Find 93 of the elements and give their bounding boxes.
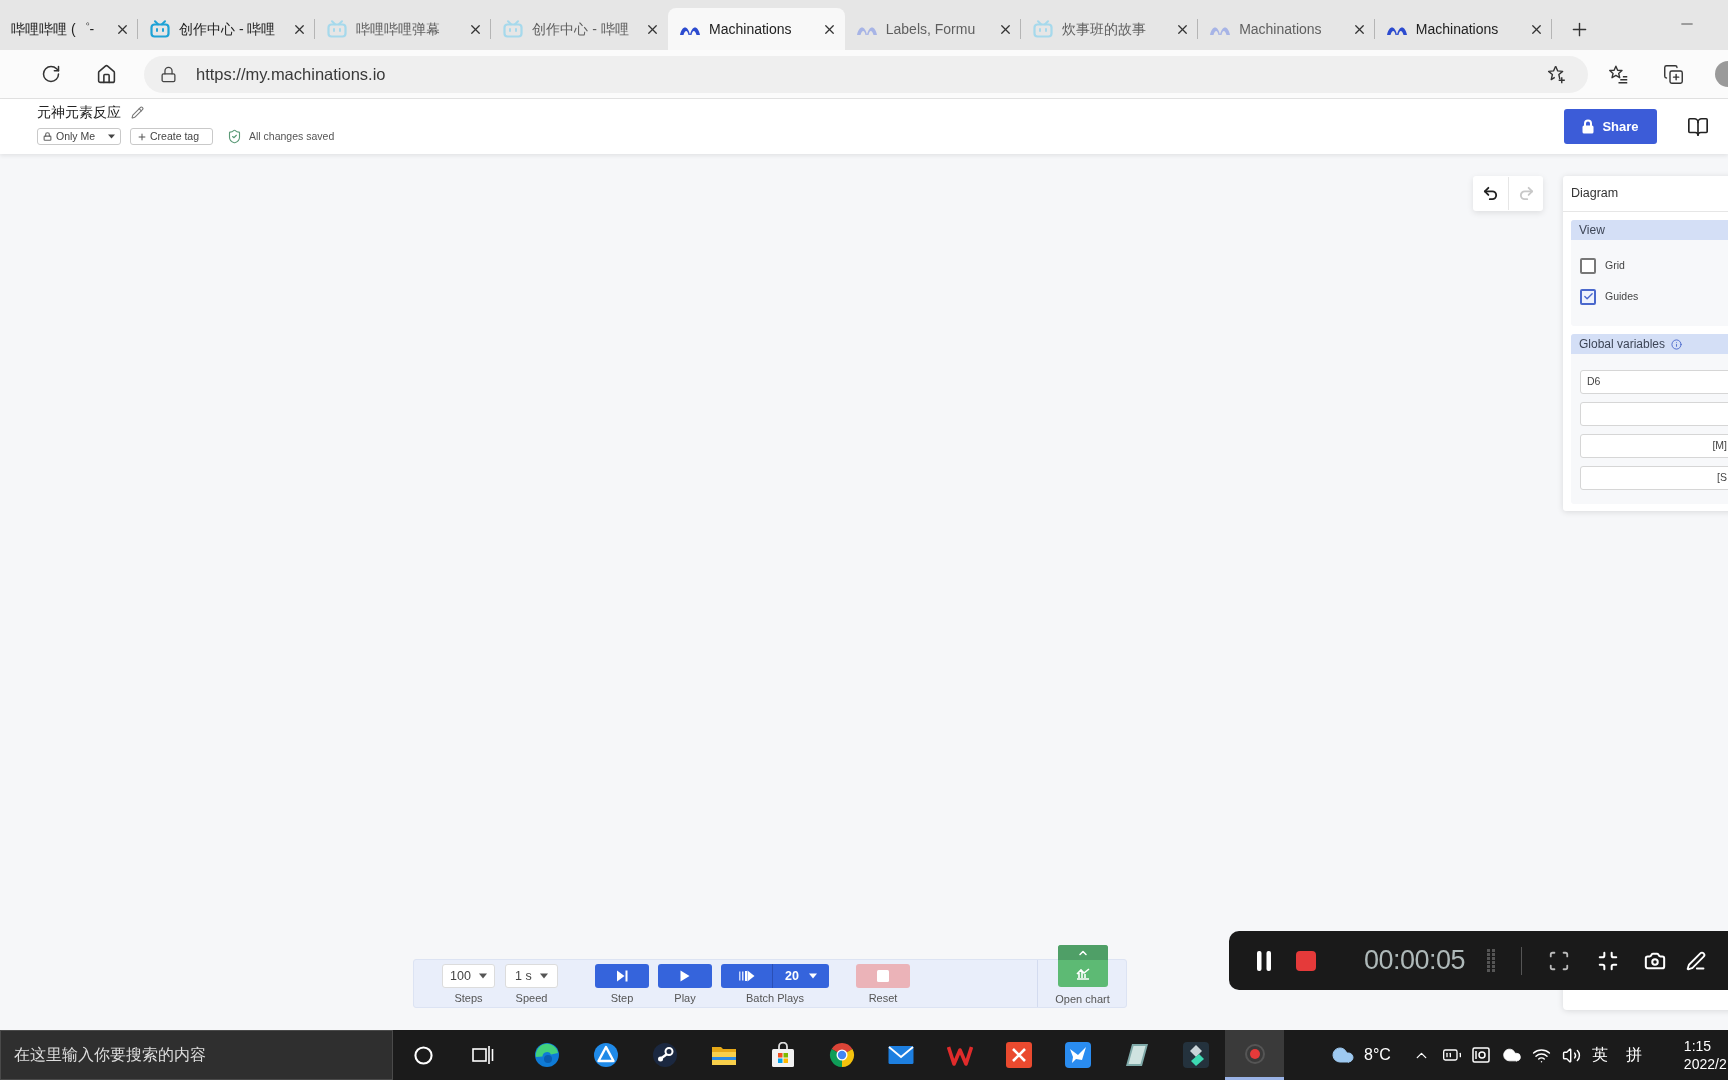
play-icon [680,970,690,982]
active-app-slot[interactable] [1225,1030,1284,1080]
control-caption: Play [674,991,696,1005]
collections-icon[interactable] [1663,63,1684,85]
notebook-icon[interactable] [1123,1042,1150,1068]
envelope-icon[interactable] [887,1045,914,1065]
browser-tab[interactable]: Labels, Formu [844,8,1022,50]
clock-date[interactable]: 2022/2 [1683,1055,1727,1073]
save-status-text: All changes saved [249,128,335,144]
pause-icon[interactable] [1257,950,1271,971]
screenshot-region-icon[interactable] [1548,949,1571,972]
caret-icon [108,134,115,139]
input-method-indicator[interactable]: 拼 [1625,1043,1642,1067]
visibility-dropdown[interactable]: Only Me [37,128,121,145]
steps-dropdown[interactable]: 100 [442,964,495,988]
triangle-circle-icon[interactable] [592,1042,619,1068]
browser-tab[interactable]: 创作中心 - 哔哩 [491,8,669,50]
lock-icon [43,132,52,141]
tablet-icon[interactable] [1471,1046,1490,1064]
option-label: Grid [1605,257,1625,273]
option-label: Guides [1605,288,1639,304]
stop-icon [877,970,889,982]
zigzag-icon[interactable] [946,1044,973,1066]
clock-time[interactable]: 1:15 [1683,1037,1712,1055]
control-caption: Batch Plays [745,991,805,1005]
star-plus-icon[interactable] [1546,63,1567,85]
browser-tab[interactable]: 创作中心 - 哔哩 [138,8,315,50]
checkbox[interactable] [1580,257,1596,274]
control-caption: Speed [515,991,548,1005]
variable-field[interactable] [1580,402,1728,426]
create-tag-button[interactable]: Create tag [130,128,213,145]
shopping-bag-icon[interactable] [769,1042,796,1068]
address-field[interactable]: https://my.machinations.io [144,55,1588,93]
variable-field[interactable]: D6 [1580,370,1728,394]
search-field[interactable]: 在这里输入你要搜索的内容 [0,1030,393,1080]
browser-tab[interactable]: 哔哩哔哩 (゜- [0,8,138,50]
browser-tab[interactable]: Machinations [1374,8,1552,50]
control-caption: Reset [868,991,898,1005]
stop-icon[interactable] [1296,950,1316,971]
diamond-tile-icon[interactable] [1182,1042,1209,1068]
browser-tab[interactable]: 炊事班的故事 [1021,8,1199,50]
speed-dropdown[interactable]: 1 s [505,964,558,988]
pen-icon[interactable] [1686,950,1707,971]
exit-fullscreen-icon[interactable] [1597,949,1620,972]
cross-tile-icon[interactable] [1005,1042,1032,1068]
section-header[interactable]: View [1571,220,1728,240]
browser-tab[interactable]: Machinations [1198,8,1375,50]
skip-forward-icon [616,970,628,982]
share-button[interactable]: Share [1564,109,1657,144]
plus-icon [137,131,147,142]
refresh-icon[interactable] [41,64,61,84]
caret-icon [808,973,817,979]
pencil-icon[interactable] [131,105,144,119]
info-icon[interactable] [1671,338,1683,350]
control-caption: Open chart [1055,992,1110,1006]
weather-temperature[interactable]: 8°C [1364,1043,1391,1067]
variable-field[interactable]: [M] [1580,434,1728,458]
step-button[interactable] [595,964,649,988]
recording-timer: 00:00:05 [1364,944,1466,978]
favorites-icon[interactable] [1608,63,1629,85]
batch-count-dropdown[interactable]: 20 [773,964,829,988]
lock-icon [1582,119,1595,134]
control-caption: Step [610,991,634,1005]
panel-title: Diagram [1571,185,1619,203]
checkbox[interactable] [1580,288,1596,305]
variable-field[interactable]: [S [1580,466,1728,490]
bird-tile-icon[interactable] [1064,1042,1091,1068]
batch-play-icon [738,970,755,982]
undo-icon[interactable] [1482,185,1499,202]
caret-icon [479,973,487,979]
linked-circles-icon[interactable] [651,1042,678,1068]
shield-check-icon [227,129,242,144]
play-button[interactable] [658,964,712,988]
tricolor-circle-icon[interactable] [828,1042,855,1068]
caret-icon [540,973,548,979]
browser-tab[interactable]: 哔哩哔哩弹幕 [314,8,492,50]
batch-play-button[interactable] [721,964,773,988]
open-chart-button[interactable] [1057,945,1108,987]
browser-tab[interactable]: Machinations [668,8,845,50]
folder-icon[interactable] [710,1044,737,1066]
swirl-icon[interactable] [533,1042,560,1068]
level-meter-icon [1487,948,1496,973]
control-caption: Steps [454,991,483,1005]
diagram-title: 元神元素反应 [37,102,121,122]
lock-icon [160,65,177,83]
chart-line-icon [1075,967,1090,980]
check-icon [1582,291,1594,302]
home-icon[interactable] [96,63,117,85]
ring-icon[interactable] [413,1045,433,1065]
url-text: https://my.machinations.io [196,63,386,85]
input-method-indicator[interactable]: 英 [1591,1043,1608,1067]
book-icon[interactable] [1687,115,1709,138]
task-view-icon[interactable] [472,1045,494,1065]
